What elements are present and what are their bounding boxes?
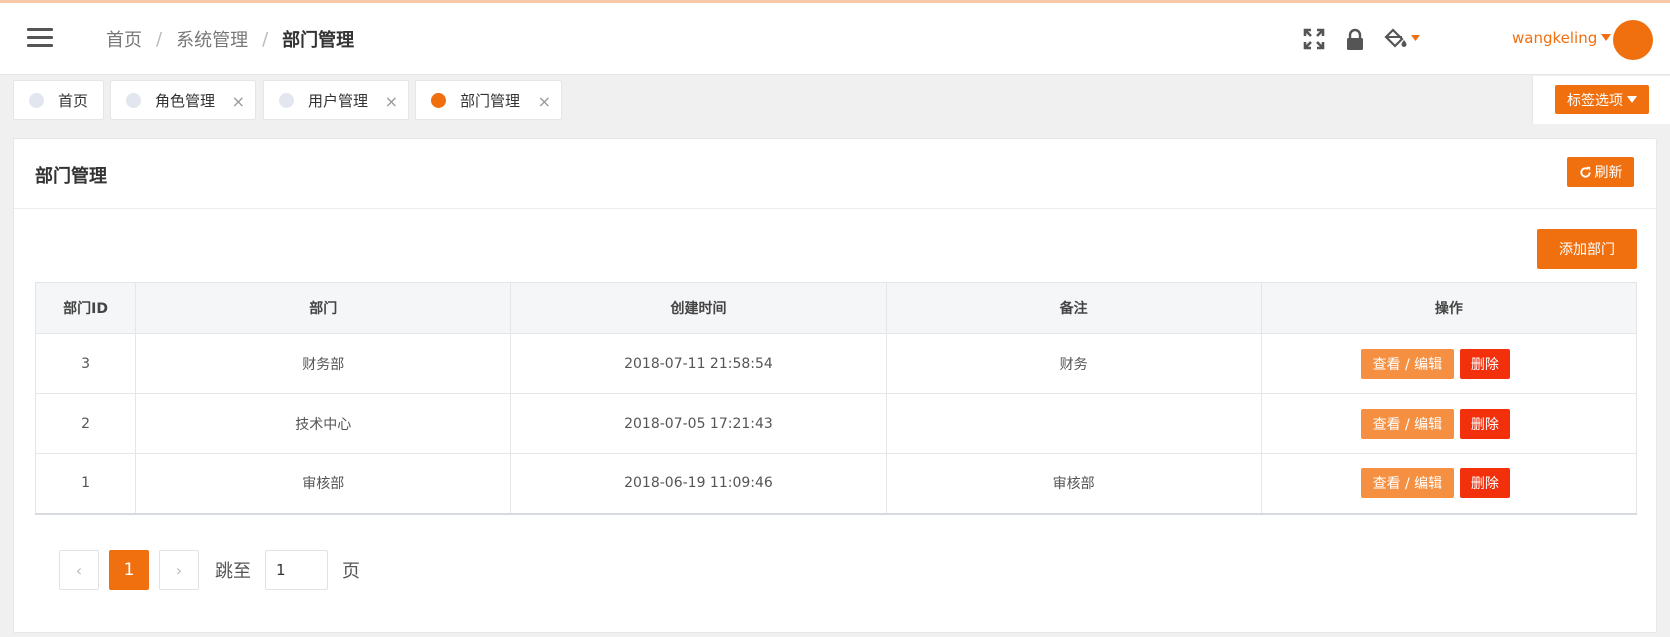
delete-button[interactable]: 删除 (1459, 408, 1510, 439)
avatar[interactable] (1613, 20, 1653, 60)
card-title: 部门管理 (35, 166, 107, 187)
cell-id: 3 (34, 333, 137, 394)
cell-id: 2 (34, 393, 137, 454)
close-icon[interactable]: × (538, 92, 551, 111)
tab-department-management[interactable]: 部门管理 × (415, 80, 562, 120)
column-header: 备注 (885, 282, 1262, 334)
breadcrumb-home[interactable]: 首页 (106, 26, 142, 52)
tab-role-management[interactable]: 角色管理 × (110, 80, 256, 120)
department-table: 部门ID 部门 创建时间 备注 操作 3 财务部 2018-07-11 21:5… (34, 282, 1638, 515)
column-header: 操作 (1260, 282, 1638, 334)
current-page-button[interactable]: 1 (109, 550, 149, 590)
delete-button[interactable]: 删除 (1459, 348, 1510, 379)
column-header: 部门ID (34, 282, 137, 334)
tab-options-button[interactable]: 标签选项 (1555, 85, 1649, 114)
caret-down-icon (1601, 34, 1612, 41)
tab-strip: 首页 角色管理 × 用户管理 × 部门管理 × 标签选项 (0, 76, 1670, 124)
column-header: 创建时间 (510, 282, 887, 334)
view-edit-button[interactable]: 查看 / 编辑 (1360, 408, 1454, 439)
table-row: 2 技术中心 2018-07-05 17:21:43 查看 / 编辑 删除 (34, 393, 1638, 454)
caret-down-icon (1627, 96, 1637, 103)
cell-id: 1 (34, 453, 137, 515)
close-icon[interactable]: × (232, 92, 245, 111)
cell-remark (885, 393, 1262, 454)
refresh-label: 刷新 (1594, 165, 1623, 181)
tab-active-dot-icon (431, 92, 446, 108)
table-header-row: 部门ID 部门 创建时间 备注 操作 (34, 282, 1638, 334)
tab-dot-icon (126, 92, 141, 108)
lock-icon[interactable] (1343, 27, 1367, 51)
tab-label: 部门管理 (460, 91, 521, 110)
refresh-button[interactable]: 刷新 (1567, 157, 1634, 187)
cell-department: 审核部 (135, 453, 512, 515)
fullscreen-icon[interactable] (1302, 27, 1326, 51)
tab-user-management[interactable]: 用户管理 × (263, 80, 409, 120)
paint-bucket-icon[interactable] (1384, 27, 1424, 51)
tab-options-label: 标签选项 (1567, 92, 1623, 109)
page-suffix: 页 (342, 561, 360, 582)
column-header: 部门 (135, 282, 512, 334)
tab-label: 角色管理 (155, 91, 216, 110)
pagination: ‹ 1 › 跳至 页 (59, 550, 360, 590)
top-header: 首页 / 系统管理 / 部门管理 wangkeling (0, 3, 1670, 75)
tab-label: 用户管理 (308, 91, 369, 110)
breadcrumb-system[interactable]: 系统管理 (176, 26, 248, 52)
prev-page-button[interactable]: ‹ (59, 550, 99, 590)
breadcrumb-current: 部门管理 (282, 30, 355, 51)
username: wangkeling (1512, 29, 1598, 47)
tab-dot-icon (279, 92, 294, 108)
tab-options-area: 标签选项 (1532, 76, 1670, 124)
menu-toggle-icon[interactable] (27, 28, 53, 48)
department-card: 部门管理 刷新 添加部门 部门ID 部门 创建时间 备注 操作 3 财务部 20… (13, 138, 1657, 633)
cell-remark: 财务 (885, 333, 1262, 394)
close-icon[interactable]: × (385, 92, 398, 111)
tab-label: 首页 (58, 91, 89, 110)
delete-button[interactable]: 删除 (1459, 468, 1510, 499)
jump-label: 跳至 (215, 561, 251, 582)
table-row: 3 财务部 2018-07-11 21:58:54 财务 查看 / 编辑 删除 (34, 333, 1638, 394)
cell-created-time: 2018-06-19 11:09:46 (510, 453, 887, 515)
jump-page-input[interactable] (265, 550, 328, 590)
user-menu[interactable]: wangkeling (1512, 29, 1612, 47)
add-department-button[interactable]: 添加部门 (1537, 229, 1637, 269)
cell-department: 财务部 (135, 333, 512, 394)
tab-home[interactable]: 首页 (13, 80, 104, 120)
breadcrumb-separator: / (262, 28, 269, 50)
card-header: 部门管理 刷新 (14, 139, 1656, 209)
cell-actions: 查看 / 编辑 删除 (1260, 333, 1638, 394)
refresh-icon (1579, 166, 1591, 178)
view-edit-button[interactable]: 查看 / 编辑 (1360, 468, 1454, 499)
breadcrumb-separator: / (156, 28, 163, 50)
cell-actions: 查看 / 编辑 删除 (1260, 453, 1638, 515)
breadcrumb: 首页 / 系统管理 / 部门管理 (106, 25, 354, 53)
tab-dot-icon (29, 92, 44, 108)
table-row: 1 审核部 2018-06-19 11:09:46 审核部 查看 / 编辑 删除 (34, 453, 1638, 515)
cell-created-time: 2018-07-05 17:21:43 (510, 393, 887, 454)
cell-created-time: 2018-07-11 21:58:54 (510, 333, 887, 394)
cell-department: 技术中心 (135, 393, 512, 454)
view-edit-button[interactable]: 查看 / 编辑 (1360, 348, 1454, 379)
next-page-button[interactable]: › (159, 550, 199, 590)
cell-remark: 审核部 (885, 453, 1262, 515)
cell-actions: 查看 / 编辑 删除 (1260, 393, 1638, 454)
